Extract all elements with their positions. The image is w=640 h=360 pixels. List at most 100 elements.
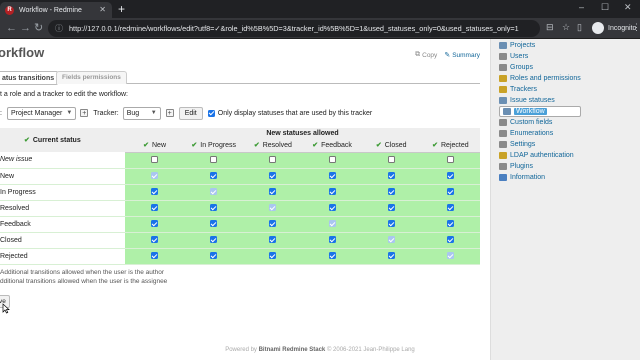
sidebar-item-enumerations[interactable]: Enumerations	[499, 128, 581, 139]
sidebar-item-workflow[interactable]: Workflow	[499, 106, 581, 117]
tab-fields-permissions[interactable]: Fields permissions	[56, 71, 127, 84]
transition-checkbox[interactable]	[210, 156, 218, 164]
transition-checkbox[interactable]	[269, 220, 277, 228]
transition-cell	[420, 232, 480, 249]
transition-checkbox[interactable]	[328, 172, 336, 180]
sidebar-item-issue-statuses[interactable]: Issue statuses	[499, 95, 581, 106]
forward-icon[interactable]: →	[20, 21, 31, 35]
check-column-icon[interactable]: ✔	[191, 142, 197, 149]
side-panel-icon[interactable]: ▯	[577, 22, 582, 33]
sidebar-item-information[interactable]: Information	[499, 172, 581, 183]
transition-checkbox[interactable]	[210, 188, 218, 196]
column-header: ✔ New	[125, 139, 185, 153]
author-transitions-toggle[interactable]: Additional transitions allowed when the …	[0, 269, 164, 276]
new-tab-plus-icon[interactable]: +	[118, 2, 125, 16]
transition-cell	[420, 168, 480, 185]
transition-checkbox[interactable]	[387, 172, 395, 180]
edit-button[interactable]: Edit	[178, 106, 203, 120]
sidebar-item-ldap-authentication[interactable]: LDAP authentication	[499, 150, 581, 161]
bookmark-star-icon[interactable]: ☆	[562, 22, 570, 33]
transition-checkbox[interactable]	[328, 220, 336, 228]
transition-checkbox[interactable]	[151, 252, 159, 260]
check-column-icon[interactable]: ✔	[254, 142, 260, 149]
sidebar-item-groups[interactable]: Groups	[499, 62, 581, 73]
close-window-icon[interactable]: ✕	[624, 2, 632, 13]
transition-checkbox[interactable]	[210, 220, 218, 228]
transition-checkbox[interactable]	[269, 204, 277, 212]
transition-checkbox[interactable]	[387, 252, 395, 260]
sidebar-item-custom-fields[interactable]: Custom fields	[499, 117, 581, 128]
menu-item-icon	[499, 86, 507, 93]
transition-checkbox[interactable]	[446, 188, 454, 196]
tab-status-transitions[interactable]: atus transitions	[0, 71, 59, 85]
only-used-statuses-checkbox[interactable]	[207, 109, 215, 117]
transition-checkbox[interactable]	[269, 236, 277, 244]
transition-checkbox[interactable]	[387, 188, 395, 196]
transition-checkbox[interactable]	[328, 188, 336, 196]
summary-link[interactable]: ✎ Summary	[444, 51, 480, 60]
check-column-icon[interactable]: ✔	[312, 142, 318, 149]
footer-product-link[interactable]: Bitnami Redmine Stack	[259, 347, 326, 353]
transition-checkbox[interactable]	[328, 204, 336, 212]
cast-icon[interactable]: ⊟	[546, 22, 554, 33]
check-all-icon[interactable]: ✔	[24, 137, 30, 144]
transition-checkbox[interactable]	[269, 172, 277, 180]
summary-label: Summary	[452, 51, 480, 59]
check-column-icon[interactable]: ✔	[143, 142, 149, 149]
transition-checkbox[interactable]	[210, 236, 218, 244]
tracker-multi-select-toggle-icon[interactable]: +	[165, 109, 174, 117]
transition-checkbox[interactable]	[328, 236, 336, 244]
transition-checkbox[interactable]	[151, 236, 159, 244]
sidebar-item-projects[interactable]: Projects	[499, 40, 581, 51]
tracker-select[interactable]: Bug ▼	[122, 106, 161, 120]
transition-checkbox[interactable]	[387, 156, 395, 164]
transition-checkbox[interactable]	[446, 156, 454, 164]
transition-checkbox[interactable]	[210, 252, 218, 260]
reload-icon[interactable]: ↻	[34, 21, 43, 35]
browser-tab[interactable]: R Workflow - Redmine ✕	[0, 2, 112, 18]
check-column-icon[interactable]: ✔	[376, 142, 382, 149]
maximize-icon[interactable]: ☐	[601, 2, 609, 13]
transition-checkbox[interactable]	[269, 156, 277, 164]
transition-checkbox[interactable]	[446, 236, 454, 244]
transition-checkbox[interactable]	[328, 252, 336, 260]
transition-checkbox[interactable]	[269, 252, 277, 260]
transition-checkbox[interactable]	[446, 252, 454, 260]
transition-cell	[125, 248, 185, 265]
transition-cell	[125, 232, 185, 249]
transition-checkbox[interactable]	[387, 236, 395, 244]
transition-checkbox[interactable]	[210, 204, 218, 212]
transition-checkbox[interactable]	[151, 156, 159, 164]
transition-checkbox[interactable]	[151, 220, 159, 228]
transition-checkbox[interactable]	[446, 204, 454, 212]
close-tab-icon[interactable]: ✕	[99, 5, 106, 14]
sidebar-item-trackers[interactable]: Trackers	[499, 84, 581, 95]
url-text: http://127.0.0.1/redmine/workflows/edit?…	[69, 24, 519, 33]
site-info-icon[interactable]: ⓘ	[55, 23, 63, 34]
transition-checkbox[interactable]	[387, 220, 395, 228]
transition-checkbox[interactable]	[151, 172, 159, 180]
url-field[interactable]: ⓘ http://127.0.0.1/redmine/workflows/edi…	[48, 20, 540, 37]
role-multi-select-toggle-icon[interactable]: +	[80, 109, 89, 117]
sidebar-item-plugins[interactable]: Plugins	[499, 161, 581, 172]
sidebar-item-roles-and-permissions[interactable]: Roles and permissions	[499, 73, 581, 84]
transition-checkbox[interactable]	[387, 204, 395, 212]
transition-checkbox[interactable]	[446, 220, 454, 228]
back-icon[interactable]: ←	[6, 21, 17, 35]
copy-link[interactable]: ⧉ Copy	[415, 51, 437, 59]
check-column-icon[interactable]: ✔	[432, 142, 438, 149]
browser-menu-icon[interactable]: ⋮	[632, 22, 640, 33]
transition-checkbox[interactable]	[210, 172, 218, 180]
transition-checkbox[interactable]	[328, 156, 336, 164]
transition-checkbox[interactable]	[151, 188, 159, 196]
transition-checkbox[interactable]	[446, 172, 454, 180]
assignee-transitions-toggle[interactable]: dditional transitions allowed when the u…	[0, 278, 167, 285]
incognito-indicator[interactable]: Incognito	[592, 22, 636, 34]
sidebar-item-users[interactable]: Users	[499, 51, 581, 62]
role-select[interactable]: Project Manager ▼	[6, 106, 77, 120]
sidebar-item-settings[interactable]: Settings	[499, 139, 581, 150]
minimize-icon[interactable]: –	[579, 2, 584, 12]
transition-checkbox[interactable]	[151, 204, 159, 212]
table-row: Feedback	[0, 216, 480, 233]
transition-checkbox[interactable]	[269, 188, 277, 196]
